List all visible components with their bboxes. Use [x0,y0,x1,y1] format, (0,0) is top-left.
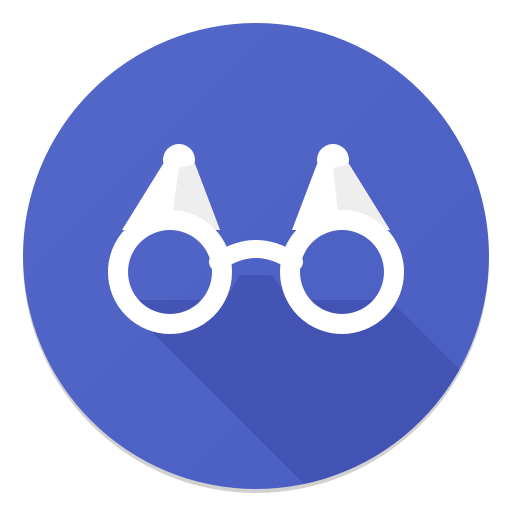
app-icon[interactable] [0,0,512,512]
app-icon-graphic [23,23,489,493]
